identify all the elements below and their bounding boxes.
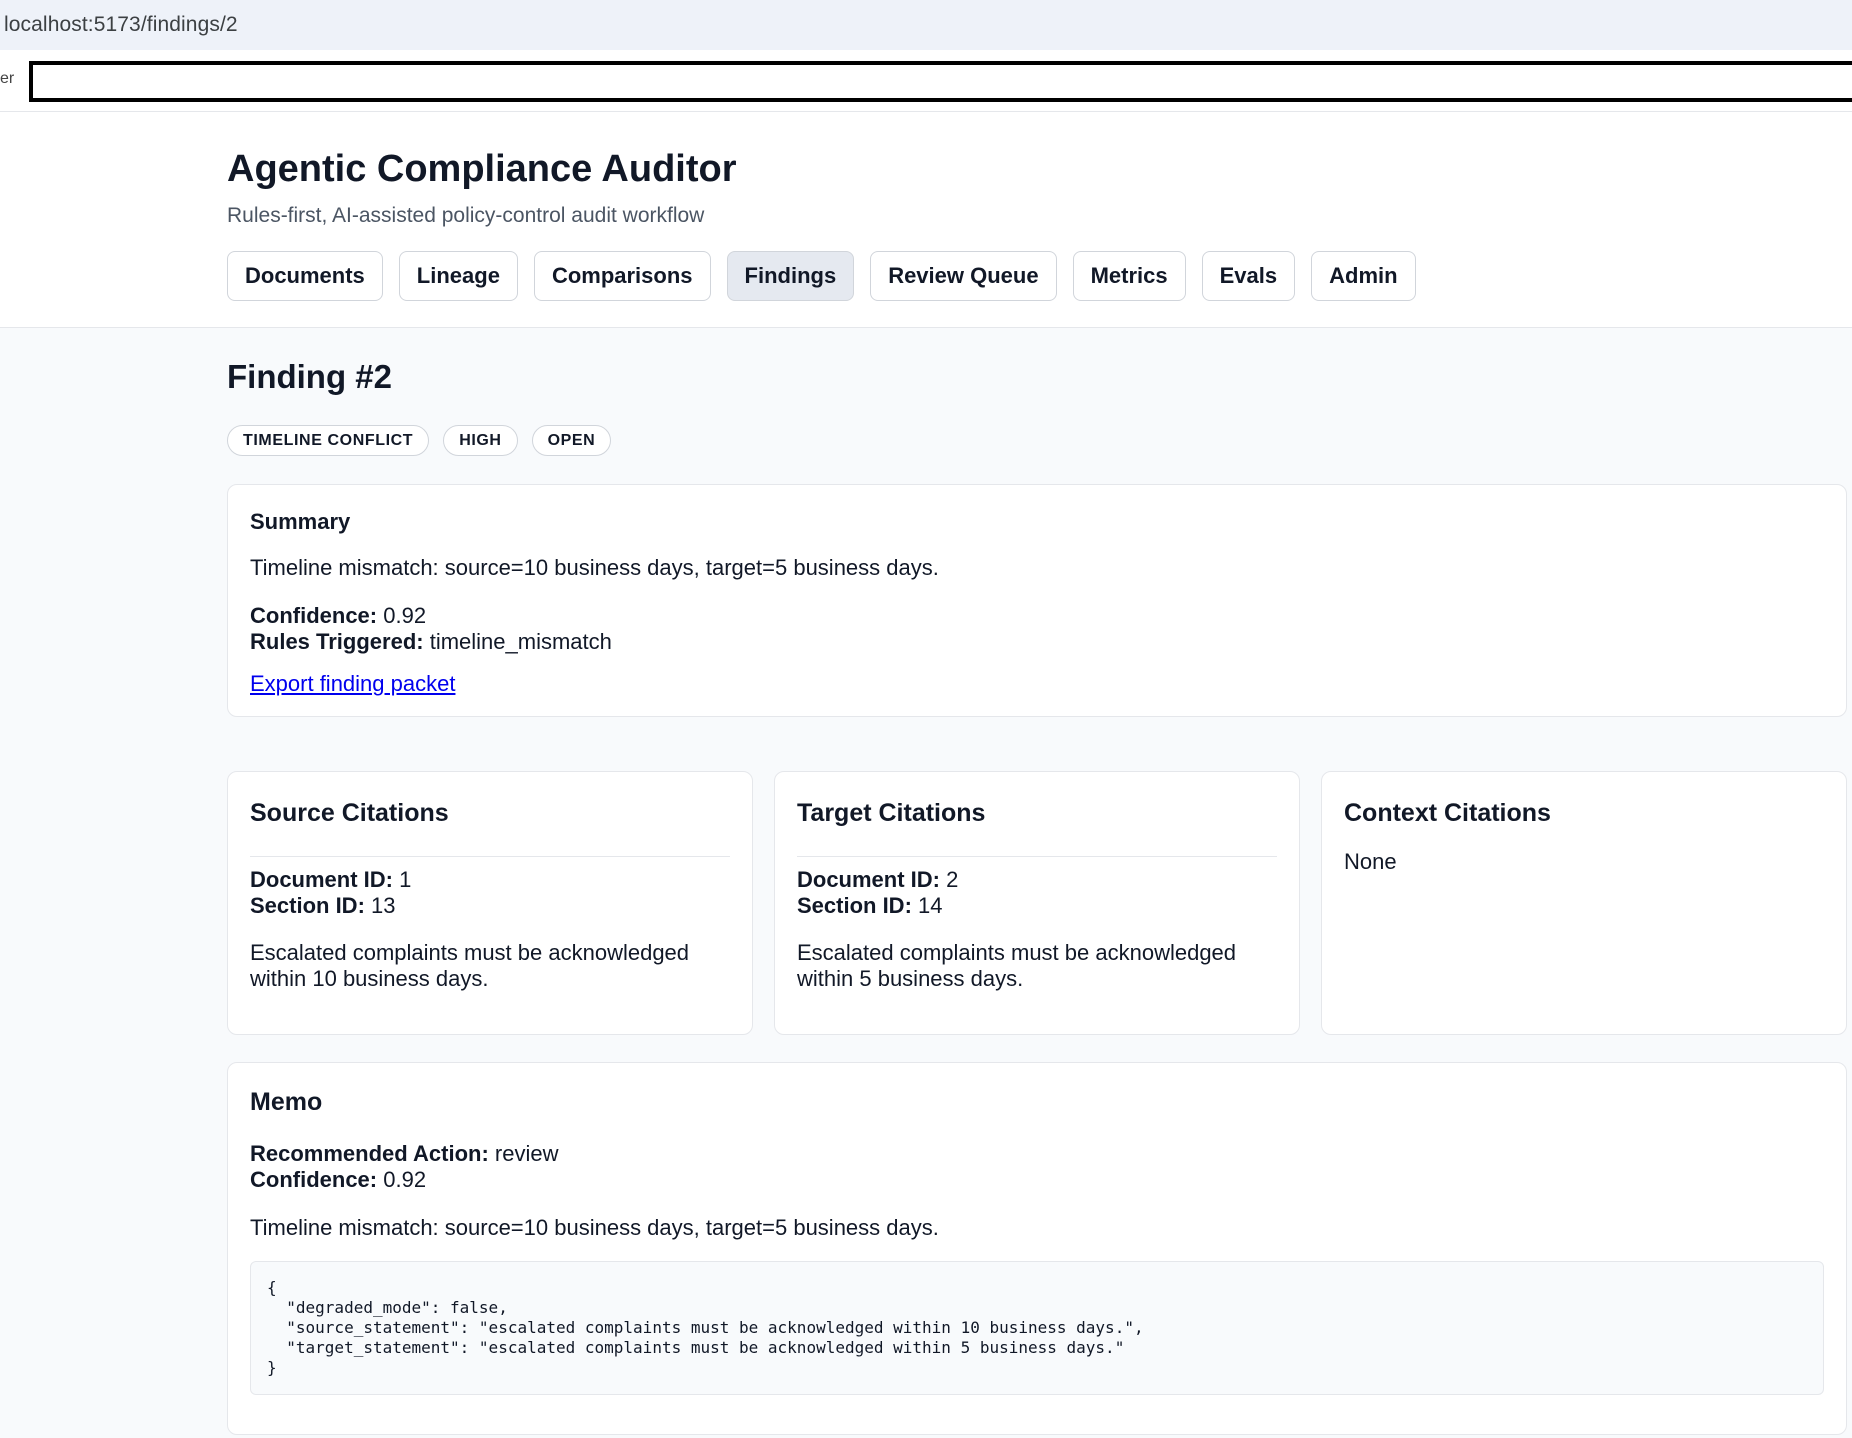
app-title: Agentic Compliance Auditor bbox=[227, 148, 737, 190]
source-citations-card: Source Citations Document ID: 1 Section … bbox=[227, 771, 753, 1035]
divider bbox=[797, 856, 1277, 857]
target-document-line: Document ID: 2 bbox=[797, 867, 958, 893]
document-value: 1 bbox=[399, 867, 412, 892]
memo-heading: Memo bbox=[250, 1088, 323, 1116]
source-document-line: Document ID: 1 bbox=[250, 867, 411, 893]
document-value: 2 bbox=[946, 867, 959, 892]
search-row: er bbox=[0, 50, 1852, 112]
source-citations-heading: Source Citations bbox=[250, 799, 449, 827]
rules-label: Rules Triggered: bbox=[250, 629, 424, 654]
app-header: Agentic Compliance Auditor Rules-first, … bbox=[0, 112, 1852, 328]
nav-metrics-button[interactable]: Metrics bbox=[1072, 251, 1186, 301]
document-label: Document ID: bbox=[250, 867, 393, 892]
nav-lineage-button[interactable]: Lineage bbox=[398, 251, 518, 301]
nav-review-queue-button[interactable]: Review Queue bbox=[870, 251, 1057, 301]
section-label: Section ID: bbox=[797, 893, 912, 918]
context-citations-card: Context Citations None bbox=[1321, 771, 1847, 1035]
url-text[interactable]: localhost:5173/findings/2 bbox=[4, 13, 238, 37]
memo-confidence-value: 0.92 bbox=[383, 1167, 427, 1192]
page-title: Finding #2 bbox=[227, 358, 392, 395]
source-citation-text: Escalated complaints must be acknowledge… bbox=[250, 940, 690, 991]
target-section-line: Section ID: 14 bbox=[797, 893, 943, 919]
target-citations-card: Target Citations Document ID: 2 Section … bbox=[774, 771, 1300, 1035]
export-line: Export finding packet bbox=[250, 671, 455, 697]
rules-value: timeline_mismatch bbox=[429, 629, 612, 654]
summary-text: Timeline mismatch: source=10 business da… bbox=[250, 555, 939, 580]
target-citations-heading: Target Citations bbox=[797, 799, 986, 827]
nav-findings-button[interactable]: Findings bbox=[726, 251, 855, 301]
app-subtitle: Rules-first, AI-assisted policy-control … bbox=[227, 204, 705, 227]
context-citations-text: None bbox=[1344, 849, 1397, 874]
recommended-action-value: review bbox=[494, 1141, 559, 1166]
memo-confidence-line: Confidence: 0.92 bbox=[250, 1167, 426, 1193]
target-citation-text: Escalated complaints must be acknowledge… bbox=[797, 940, 1237, 991]
search-label: er bbox=[0, 70, 15, 87]
nav-comparisons-button[interactable]: Comparisons bbox=[533, 251, 711, 301]
confidence-label: Confidence: bbox=[250, 603, 378, 628]
browser-address-bar[interactable]: localhost:5173/findings/2 bbox=[0, 0, 1852, 50]
divider bbox=[250, 856, 730, 857]
memo-card: Memo Recommended Action: review Confiden… bbox=[227, 1062, 1847, 1435]
memo-confidence-label: Confidence: bbox=[250, 1167, 378, 1192]
finding-badges: TIMELINE CONFLICT HIGH OPEN bbox=[227, 425, 612, 456]
source-section-line: Section ID: 13 bbox=[250, 893, 396, 919]
main-nav: Documents Lineage Comparisons Findings R… bbox=[227, 251, 1416, 301]
recommended-action-label: Recommended Action: bbox=[250, 1141, 489, 1166]
severity-badge: HIGH bbox=[443, 425, 518, 456]
section-value: 14 bbox=[918, 893, 943, 918]
summary-heading: Summary bbox=[250, 509, 351, 534]
confidence-line: Confidence: 0.92 bbox=[250, 603, 426, 629]
memo-json-block: { "degraded_mode": false, "source_statem… bbox=[250, 1261, 1824, 1395]
document-label: Document ID: bbox=[797, 867, 940, 892]
type-badge: TIMELINE CONFLICT bbox=[227, 425, 430, 456]
nav-admin-button[interactable]: Admin bbox=[1311, 251, 1416, 301]
rules-line: Rules Triggered: timeline_mismatch bbox=[250, 629, 612, 655]
summary-card: Summary Timeline mismatch: source=10 bus… bbox=[227, 484, 1847, 717]
search-input[interactable] bbox=[29, 61, 1852, 102]
memo-text: Timeline mismatch: source=10 business da… bbox=[250, 1215, 939, 1240]
section-value: 13 bbox=[371, 893, 396, 918]
nav-evals-button[interactable]: Evals bbox=[1201, 251, 1296, 301]
export-finding-link[interactable]: Export finding packet bbox=[250, 671, 455, 696]
confidence-value: 0.92 bbox=[383, 603, 427, 628]
context-citations-heading: Context Citations bbox=[1344, 799, 1551, 827]
section-label: Section ID: bbox=[250, 893, 365, 918]
nav-documents-button[interactable]: Documents bbox=[227, 251, 383, 301]
status-badge: OPEN bbox=[531, 425, 612, 456]
recommended-action-line: Recommended Action: review bbox=[250, 1141, 558, 1167]
